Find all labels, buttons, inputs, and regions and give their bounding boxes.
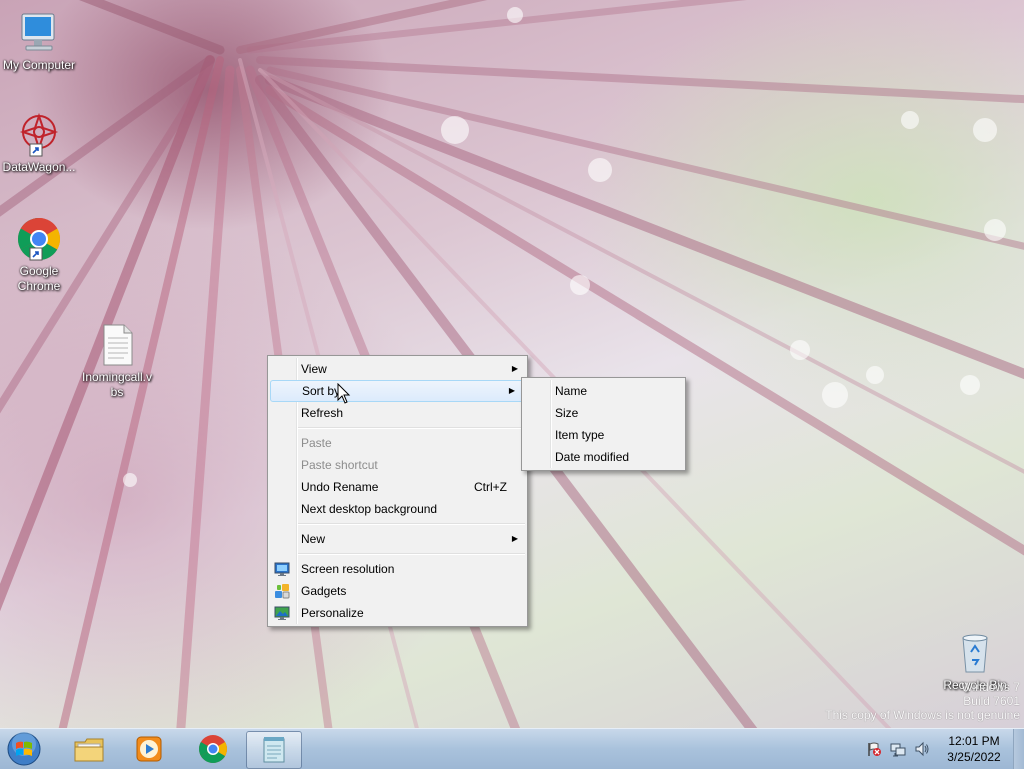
desktop-icon-label: Inomingcall.vbs <box>81 370 153 399</box>
menu-item-refresh[interactable]: Refresh <box>268 402 527 424</box>
desktop-icon-label: Google Chrome <box>17 264 61 293</box>
menu-item-label: Paste shortcut <box>301 458 378 472</box>
volume-icon[interactable] <box>914 741 930 757</box>
menu-item-personalize[interactable]: Personalize <box>268 602 527 624</box>
taskbar-app-explorer[interactable] <box>62 731 116 767</box>
watermark-not-genuine: This copy of Windows is not genuine <box>825 708 1020 722</box>
windows-genuine-watermark: Windows 7 Build 7601 This copy of Window… <box>825 680 1020 722</box>
network-icon[interactable] <box>890 741 906 757</box>
menu-item-new[interactable]: New ▶ <box>268 528 527 550</box>
computer-icon <box>21 13 55 51</box>
menu-item-next-desktop-background[interactable]: Next desktop background <box>268 498 527 520</box>
gadgets-icon <box>275 584 290 599</box>
tray-time: 12:01 PM <box>948 734 1000 748</box>
menu-item-label: Size <box>555 406 579 420</box>
menu-item-paste[interactable]: Paste <box>268 432 527 454</box>
menu-item-view[interactable]: View ▶ <box>268 358 527 380</box>
desktop-icon-datawagon[interactable]: DataWagon... <box>1 112 77 175</box>
desktop-icon-label: My Computer <box>2 58 76 72</box>
explorer-icon <box>74 738 104 762</box>
taskbar-app-media-player[interactable] <box>122 731 176 767</box>
sort-by-submenu: Name Size Item type Date modified <box>521 377 686 471</box>
menu-item-label: Refresh <box>301 406 344 420</box>
taskbar: 12:01 PM 3/25/2022 <box>0 728 1024 769</box>
menu-separator <box>298 523 525 525</box>
taskbar-app-notepad[interactable] <box>246 731 302 769</box>
submenu-arrow-icon: ▶ <box>511 364 518 373</box>
sort-option-name[interactable]: Name <box>522 380 685 402</box>
show-desktop-button[interactable] <box>1013 729 1024 769</box>
action-center-flag-icon[interactable] <box>866 741 882 757</box>
chrome-icon <box>199 735 227 763</box>
watermark-os-name: Windows 7 <box>961 680 1020 694</box>
desktop-background[interactable]: My Computer DataWagon... Google Chrome I… <box>0 0 1024 728</box>
menu-item-gadgets[interactable]: Gadgets <box>268 580 527 602</box>
menu-item-label: Name <box>555 384 588 398</box>
personalize-icon <box>274 606 290 620</box>
menu-item-paste-shortcut[interactable]: Paste shortcut <box>268 454 527 476</box>
menu-item-screen-resolution[interactable]: Screen resolution <box>268 558 527 580</box>
menu-item-label: Screen resolution <box>301 562 395 576</box>
media-player-icon <box>136 736 162 762</box>
menu-separator <box>298 553 525 555</box>
screen-resolution-icon <box>274 562 290 576</box>
tray-date: 3/25/2022 <box>947 750 1001 764</box>
notepad-icon <box>263 737 285 763</box>
menu-item-label: View <box>301 362 327 376</box>
taskbar-app-chrome[interactable] <box>186 731 240 767</box>
datawagon-shortcut-icon <box>19 112 59 157</box>
menu-item-label: Item type <box>555 428 605 442</box>
desktop-context-menu: View ▶ Sort by ▶ Refresh Paste Paste sho… <box>267 355 528 627</box>
watermark-build: Build 7601 <box>963 694 1020 708</box>
menu-item-label: Personalize <box>301 606 364 620</box>
chrome-shortcut-icon <box>17 217 61 261</box>
menu-item-label: Date modified <box>555 450 630 464</box>
desktop-icon-label: DataWagon... <box>2 160 76 174</box>
menu-item-sort-by[interactable]: Sort by ▶ <box>270 380 525 402</box>
mouse-cursor-icon <box>337 383 351 404</box>
tray-clock[interactable]: 12:01 PM 3/25/2022 <box>934 733 1014 765</box>
menu-item-label: Gadgets <box>301 584 347 598</box>
menu-item-label: New <box>301 532 326 546</box>
windows-start-orb-icon <box>7 732 41 766</box>
menu-item-label: Next desktop background <box>301 502 438 516</box>
start-button[interactable] <box>4 730 44 768</box>
menu-item-undo-rename[interactable]: Undo Rename Ctrl+Z <box>268 476 527 498</box>
recycle-bin-icon <box>962 634 988 673</box>
desktop-icon-inomingcall-vbs[interactable]: Inomingcall.vbs <box>79 322 155 400</box>
submenu-arrow-icon: ▶ <box>511 534 518 543</box>
menu-item-shortcut: Ctrl+Z <box>474 480 507 494</box>
menu-item-label: Sort by <box>302 384 341 398</box>
sort-option-item-type[interactable]: Item type <box>522 424 685 446</box>
vbs-file-icon <box>103 324 133 366</box>
menu-item-label: Undo Rename <box>301 480 379 494</box>
menu-separator <box>298 427 525 429</box>
menu-item-label: Paste <box>301 436 332 450</box>
desktop-icon-google-chrome[interactable]: Google Chrome <box>1 216 77 294</box>
submenu-arrow-icon: ▶ <box>508 386 515 395</box>
desktop-icon-my-computer[interactable]: My Computer <box>1 10 77 73</box>
sort-option-date-modified[interactable]: Date modified <box>522 446 685 468</box>
sort-option-size[interactable]: Size <box>522 402 685 424</box>
